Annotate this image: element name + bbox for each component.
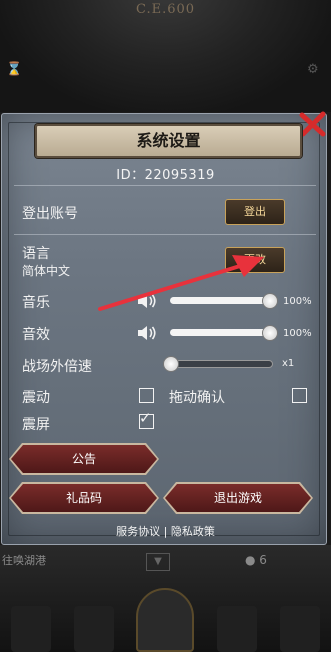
close-icon[interactable] <box>298 109 328 139</box>
screen-shake-checkbox[interactable]: ✓ <box>139 410 154 429</box>
gift-code-button[interactable]: 礼品码 <box>11 484 157 512</box>
checkmark-icon: ✓ <box>139 409 152 427</box>
nav-item-1 <box>11 606 52 652</box>
music-percent: 100% <box>283 296 312 307</box>
policy-links: 服务协议 | 隐私政策 <box>0 523 331 539</box>
music-slider[interactable] <box>170 297 276 304</box>
sound-slider[interactable] <box>170 329 276 336</box>
drag-confirm-label: 拖动确认 <box>169 390 225 406</box>
screen-shake-label: 震屏 <box>22 417 50 433</box>
speed-slider-handle[interactable] <box>163 356 179 372</box>
speed-label: 战场外倍速 <box>22 359 92 375</box>
language-label: 语言 <box>22 246 50 262</box>
sound-label: 音效 <box>22 327 50 343</box>
dialog-title: 系统设置 <box>35 124 302 158</box>
sound-percent: 100% <box>283 328 312 339</box>
divider <box>14 234 316 235</box>
nav-item-2 <box>73 606 114 652</box>
sound-slider-handle[interactable] <box>262 325 278 341</box>
music-label: 音乐 <box>22 295 50 311</box>
gear-icon: ⚙ <box>307 62 319 77</box>
speaker-icon <box>138 294 156 308</box>
language-value: 简体中文 <box>22 264 71 278</box>
logout-label: 登出账号 <box>22 206 78 222</box>
vibration-checkbox[interactable] <box>139 388 154 403</box>
speaker-icon <box>138 326 156 340</box>
vibration-label: 震动 <box>22 390 50 406</box>
terms-link[interactable]: 服务协议 <box>116 525 160 538</box>
coin-count: 6 <box>259 553 267 567</box>
notice-button[interactable]: 公告 <box>11 445 157 473</box>
exit-game-button[interactable]: 退出游戏 <box>165 484 311 512</box>
coin-counter: ● 6 <box>245 553 267 567</box>
drag-confirm-checkbox[interactable] <box>292 388 307 403</box>
speed-slider[interactable] <box>165 360 273 368</box>
links-divider: | <box>163 525 168 538</box>
hourglass-icon: ⌛ <box>6 62 23 77</box>
change-language-button[interactable]: 更改 <box>225 247 285 273</box>
bottom-nav <box>0 588 331 652</box>
player-id: ID：22095319 <box>116 168 215 183</box>
port-name: 往唤湖港 <box>2 554 46 567</box>
nav-item-center <box>136 588 195 652</box>
logout-button[interactable]: 登出 <box>225 199 285 225</box>
speed-value: x1 <box>282 358 295 369</box>
expand-icon: ▼ <box>146 553 170 571</box>
nav-item-4 <box>217 606 258 652</box>
privacy-link[interactable]: 隐私政策 <box>171 525 215 538</box>
music-slider-handle[interactable] <box>262 293 278 309</box>
divider <box>14 185 316 186</box>
era-label: C.E.600 <box>135 2 196 17</box>
nav-item-5 <box>279 606 320 652</box>
